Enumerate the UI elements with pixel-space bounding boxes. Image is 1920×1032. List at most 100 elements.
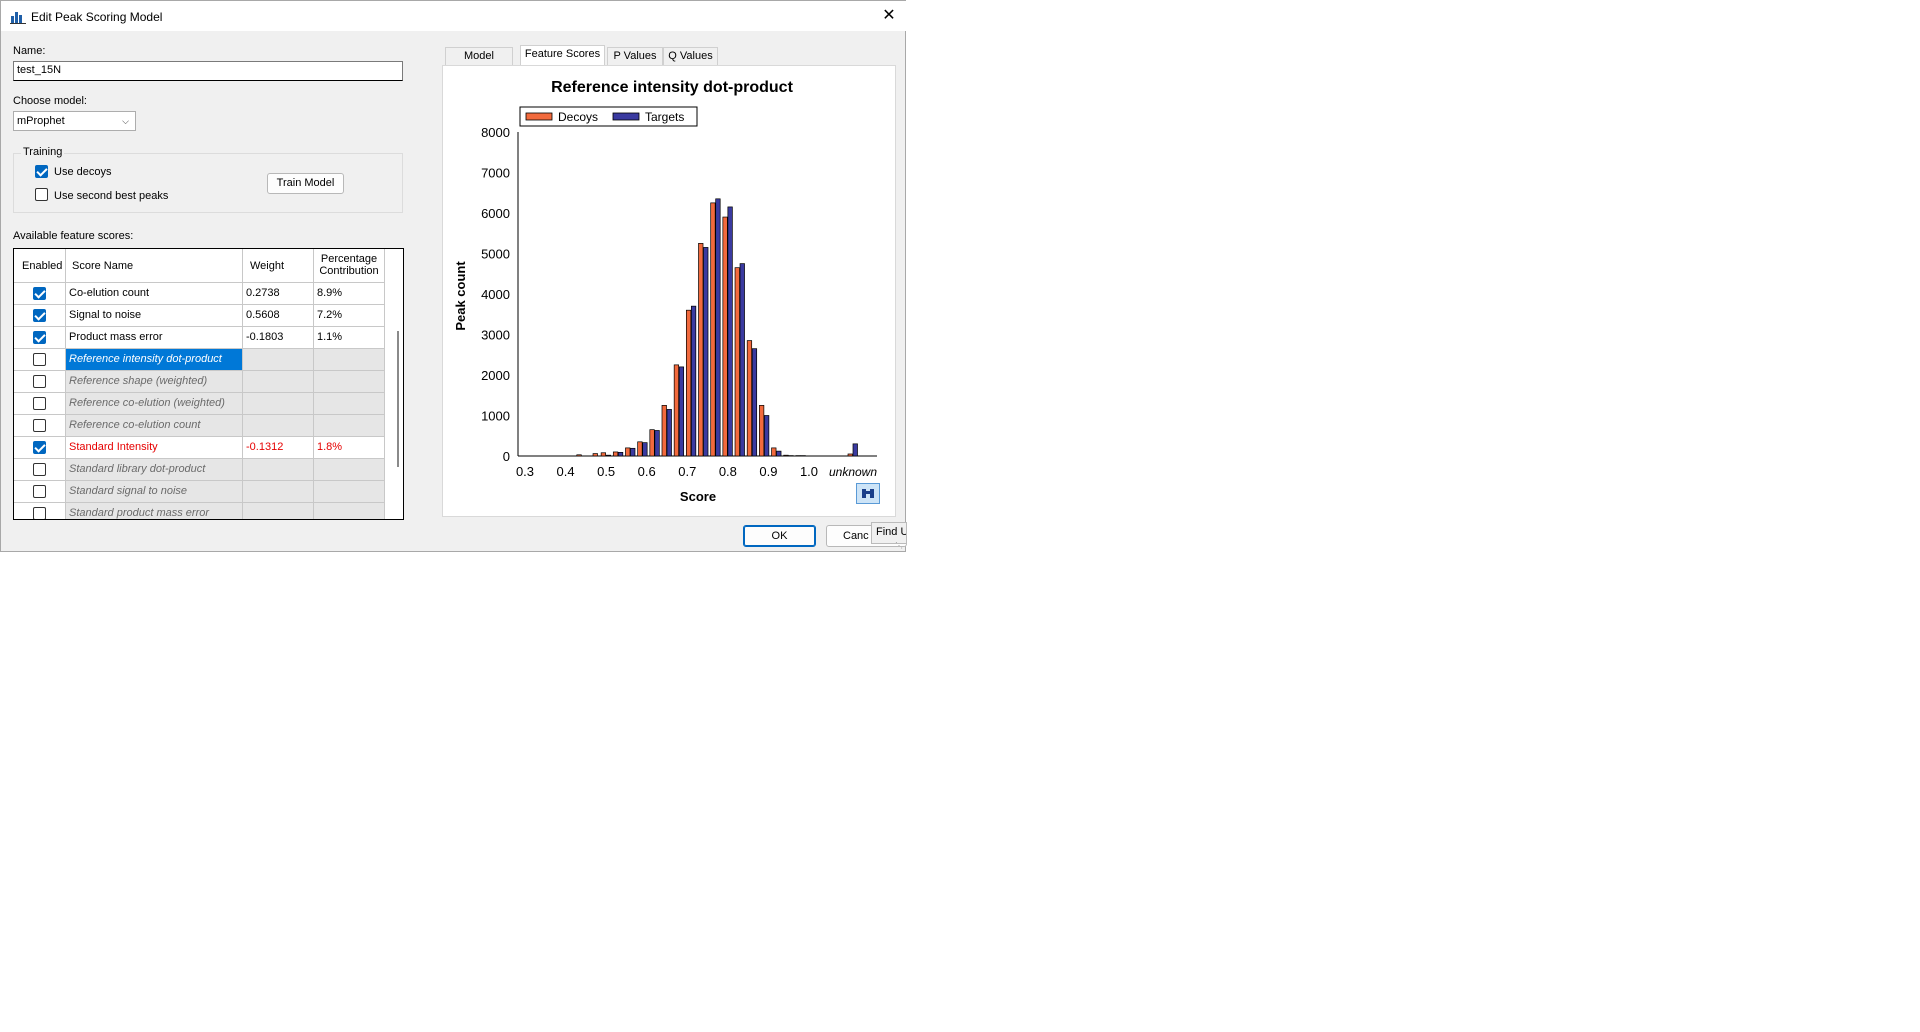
weight-cell[interactable] — [243, 393, 314, 415]
score-name-cell[interactable]: Standard library dot-product — [66, 459, 243, 481]
grid-scrollbar[interactable] — [393, 283, 403, 519]
enabled-cell[interactable] — [14, 349, 66, 371]
enabled-header[interactable]: Enabled — [14, 249, 66, 283]
contribution-cell[interactable] — [314, 415, 385, 437]
ok-button[interactable]: OK — [743, 525, 816, 547]
close-icon[interactable]: ✕ — [877, 5, 901, 27]
x-tick-label: 0.8 — [719, 464, 737, 479]
y-tick-label: 4000 — [481, 287, 510, 302]
score-name-cell[interactable]: Reference shape (weighted) — [66, 371, 243, 393]
score-name-cell[interactable]: Standard product mass error — [66, 503, 243, 519]
use-second-best-label[interactable]: Use second best peaks — [54, 190, 168, 202]
weight-header[interactable]: Weight — [243, 249, 314, 283]
enabled-cell[interactable] — [14, 437, 66, 459]
enabled-cell[interactable] — [14, 415, 66, 437]
weight-cell[interactable] — [243, 349, 314, 371]
x-tick-label: 0.9 — [759, 464, 777, 479]
score-name-cell[interactable]: Reference intensity dot-product — [66, 349, 243, 371]
contribution-cell[interactable] — [314, 459, 385, 481]
enabled-checkbox[interactable] — [33, 507, 46, 519]
enabled-cell[interactable] — [14, 371, 66, 393]
weight-cell[interactable] — [243, 481, 314, 503]
tab-p-values[interactable]: P Values — [607, 47, 663, 65]
enabled-checkbox[interactable] — [33, 375, 46, 388]
use-decoys-label[interactable]: Use decoys — [54, 166, 111, 178]
tab-feature-scores[interactable]: Feature Scores — [520, 45, 605, 65]
target-bar — [751, 348, 758, 457]
decoy-bar — [625, 447, 631, 457]
score-name-cell[interactable]: Reference co-elution (weighted) — [66, 393, 243, 415]
enabled-cell[interactable] — [14, 481, 66, 503]
contribution-cell[interactable]: 7.2% — [314, 305, 385, 327]
score-name-cell[interactable]: Product mass error — [66, 327, 243, 349]
x-tick-label: 0.5 — [597, 464, 615, 479]
y-tick-label: 8000 — [481, 125, 510, 140]
enabled-checkbox[interactable] — [33, 441, 46, 454]
enabled-cell[interactable] — [14, 393, 66, 415]
use-decoys-checkbox[interactable] — [35, 165, 48, 178]
target-bar — [776, 450, 782, 457]
weight-cell[interactable] — [243, 415, 314, 437]
weight-cell[interactable]: 0.2738 — [243, 283, 314, 305]
enabled-cell[interactable] — [14, 283, 66, 305]
histogram-chart: Reference intensity dot-product 0 1000 2000… — [453, 79, 877, 504]
name-input[interactable]: test_15N — [13, 61, 403, 81]
target-bar — [642, 442, 648, 457]
enabled-cell[interactable] — [14, 503, 66, 519]
weight-cell[interactable] — [243, 459, 314, 481]
target-bar — [605, 454, 611, 457]
enabled-checkbox[interactable] — [33, 353, 46, 366]
weight-cell[interactable]: 0.5608 — [243, 305, 314, 327]
title-bar: Edit Peak Scoring Model ✕ — [1, 1, 907, 31]
weight-cell[interactable] — [243, 371, 314, 393]
train-model-button[interactable]: Train Model — [267, 173, 344, 194]
chart-panel: Reference intensity dot-product 0 1000 2000… — [442, 65, 896, 517]
enabled-cell[interactable] — [14, 305, 66, 327]
score-name-cell[interactable]: Standard Intensity — [66, 437, 243, 459]
edit-peak-scoring-dialog: Edit Peak Scoring Model ✕ Name: test_15N… — [0, 0, 907, 552]
contribution-cell[interactable]: 1.1% — [314, 327, 385, 349]
contribution-cell[interactable] — [314, 371, 385, 393]
legend-swatch-targets — [612, 112, 640, 121]
enabled-checkbox[interactable] — [33, 309, 46, 322]
weight-cell[interactable] — [243, 503, 314, 519]
contribution-cell[interactable]: 1.8% — [314, 437, 385, 459]
score-name-cell[interactable]: Reference co-elution count — [66, 415, 243, 437]
score-name-header[interactable]: Score Name — [66, 249, 243, 283]
contribution-header[interactable]: Percentage Contribution — [314, 249, 385, 283]
y-tick-label: 2000 — [481, 368, 510, 383]
score-name-cell[interactable]: Standard signal to noise — [66, 481, 243, 503]
contribution-cell[interactable] — [314, 503, 385, 519]
legend-label-targets: Targets — [645, 110, 684, 124]
weight-cell[interactable]: -0.1312 — [243, 437, 314, 459]
resize-grip-icon[interactable]: ⋱ — [895, 541, 905, 551]
enabled-checkbox[interactable] — [33, 287, 46, 300]
score-name-cell[interactable]: Co-elution count — [66, 283, 243, 305]
tab-model-scores[interactable]: Model Scores — [445, 47, 513, 79]
contribution-cell[interactable] — [314, 481, 385, 503]
enabled-cell[interactable] — [14, 327, 66, 349]
scrollbar-thumb[interactable] — [397, 331, 399, 467]
weight-cell[interactable]: -0.1803 — [243, 327, 314, 349]
contribution-cell[interactable] — [314, 349, 385, 371]
x-axis-label: Score — [680, 489, 716, 504]
target-bar — [703, 247, 709, 457]
feature-scores-grid[interactable]: Enabled Score Name Weight Percentage Con… — [13, 248, 404, 520]
find-binoculars-button[interactable] — [856, 483, 880, 504]
enabled-checkbox[interactable] — [33, 419, 46, 432]
enabled-checkbox[interactable] — [33, 397, 46, 410]
enabled-cell[interactable] — [14, 459, 66, 481]
x-tick-label: 1.0 — [800, 464, 818, 479]
chart-title: Reference intensity dot-product — [551, 79, 793, 96]
score-name-cell[interactable]: Signal to noise — [66, 305, 243, 327]
enabled-checkbox[interactable] — [33, 485, 46, 498]
enabled-checkbox[interactable] — [33, 331, 46, 344]
contribution-cell[interactable]: 8.9% — [314, 283, 385, 305]
contribution-cell[interactable] — [314, 393, 385, 415]
enabled-checkbox[interactable] — [33, 463, 46, 476]
legend-swatch-decoys — [525, 112, 553, 121]
y-axis-label: Peak count — [453, 261, 468, 331]
use-second-best-checkbox[interactable] — [35, 188, 48, 201]
model-select[interactable]: mProphet ⌵ — [13, 111, 136, 131]
tab-q-values[interactable]: Q Values — [663, 47, 718, 65]
